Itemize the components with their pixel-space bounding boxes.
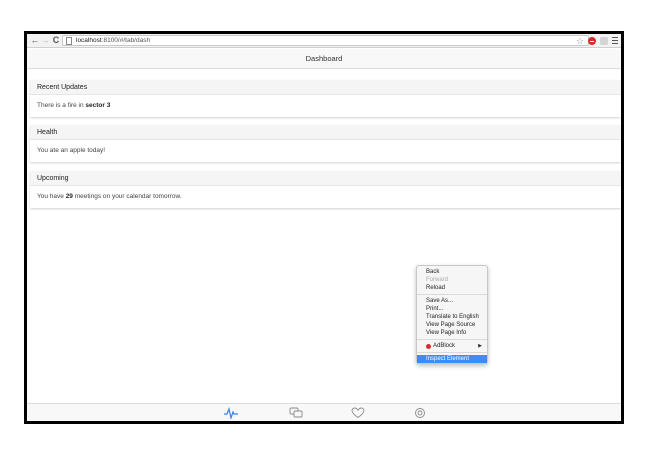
- reload-icon[interactable]: C: [51, 35, 61, 46]
- page-icon: [66, 37, 72, 45]
- menu-icon[interactable]: [612, 37, 618, 45]
- settings-icon: [415, 408, 425, 418]
- menu-divider: [417, 339, 487, 340]
- screenshot-frame: ← → C localhost:8100/#/tab/dash ☆ Dashbo…: [24, 31, 624, 424]
- card-text: You have: [37, 193, 66, 200]
- tab-chats[interactable]: [289, 407, 303, 419]
- heart-icon: [351, 407, 365, 419]
- url-text: localhost:8100/#/tab/dash: [76, 36, 150, 46]
- pulse-icon: [224, 407, 238, 419]
- back-icon[interactable]: ←: [30, 35, 40, 46]
- context-menu-print[interactable]: Print...: [417, 305, 487, 313]
- forward-icon[interactable]: →: [40, 35, 50, 46]
- card-text: There is a fire in: [37, 102, 86, 109]
- card-recent-updates: Recent Updates There is a fire in sector…: [30, 80, 621, 117]
- browser-window: ← → C localhost:8100/#/tab/dash ☆ Dashbo…: [27, 34, 621, 421]
- card-text: You ate an apple today!: [37, 147, 106, 154]
- page-title: Dashboard: [27, 49, 621, 69]
- extension-icon[interactable]: [600, 37, 608, 45]
- submenu-arrow-icon: ▶: [478, 343, 482, 349]
- tab-health[interactable]: [351, 407, 365, 419]
- card-header: Upcoming: [30, 171, 621, 186]
- context-menu-view-info[interactable]: View Page Info: [417, 329, 487, 337]
- tab-bar: [27, 403, 621, 421]
- context-menu-view-source[interactable]: View Page Source: [417, 321, 487, 329]
- context-menu-adblock[interactable]: AdBlock ▶: [417, 342, 487, 350]
- url-path: :8100/#/tab/dash: [101, 37, 151, 44]
- context-menu-forward[interactable]: Forward: [417, 276, 487, 284]
- star-icon[interactable]: ☆: [576, 36, 584, 46]
- adblock-icon[interactable]: [588, 37, 596, 45]
- menu-divider: [417, 352, 487, 353]
- context-menu-reload[interactable]: Reload: [417, 284, 487, 292]
- card-text-strong: 29: [65, 193, 73, 200]
- card-health: Health You ate an apple today!: [30, 125, 621, 162]
- tab-settings[interactable]: [413, 407, 427, 419]
- chat-icon: [289, 407, 303, 418]
- context-menu-save-as[interactable]: Save As...: [417, 297, 487, 305]
- card-text-suffix: meetings on your calendar tomorrow.: [72, 193, 182, 200]
- context-menu-inspect[interactable]: Inspect Element: [417, 355, 487, 363]
- card-upcoming: Upcoming You have 29 meetings on your ca…: [30, 171, 621, 208]
- menu-divider: [417, 294, 487, 295]
- address-bar[interactable]: localhost:8100/#/tab/dash: [62, 35, 589, 46]
- browser-toolbar: ← → C localhost:8100/#/tab/dash ☆: [27, 34, 621, 48]
- context-menu: Back Forward Reload Save As... Print... …: [416, 265, 488, 364]
- url-host: localhost: [76, 37, 102, 44]
- adblock-icon: [426, 343, 431, 349]
- card-body: You have 29 meetings on your calendar to…: [30, 186, 621, 208]
- tab-dash[interactable]: [224, 407, 238, 419]
- card-header: Recent Updates: [30, 80, 621, 95]
- card-header: Health: [30, 125, 621, 140]
- card-body: You ate an apple today!: [30, 140, 621, 162]
- context-menu-back[interactable]: Back: [417, 268, 487, 276]
- card-text-strong: sector 3: [85, 102, 111, 109]
- context-menu-translate[interactable]: Translate to English: [417, 313, 487, 321]
- card-body: There is a fire in sector 3: [30, 95, 621, 117]
